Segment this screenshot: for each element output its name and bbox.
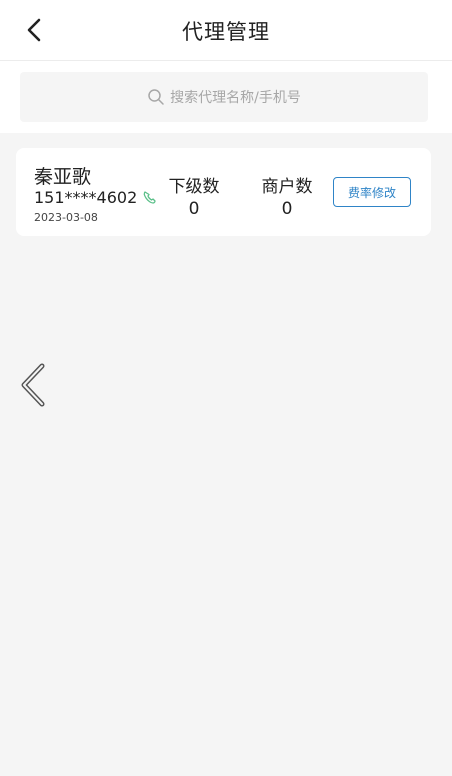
subordinate-count-label: 下级数 [168, 177, 220, 197]
subordinate-count-value: 0 [188, 199, 200, 219]
edit-rate-button[interactable]: 费率修改 [333, 177, 411, 207]
merchant-count-label: 商户数 [261, 177, 313, 197]
merchant-count: 商户数 0 [242, 172, 332, 219]
search-placeholder: 搜索代理名称/手机号 [170, 90, 301, 106]
edge-back-gesture[interactable] [16, 360, 50, 410]
agent-name: 秦亚歌 [34, 166, 92, 188]
page-title: 代理管理 [182, 20, 270, 44]
search-bar: 搜索代理名称/手机号 [0, 61, 452, 133]
search-input[interactable]: 搜索代理名称/手机号 [20, 72, 428, 122]
agent-phone-row: 151****4602 [34, 188, 159, 207]
search-icon [147, 88, 165, 106]
chevron-left-outline-icon [21, 363, 45, 407]
agent-management-screen: 代理管理 搜索代理名称/手机号 秦亚歌 151****4602 2023-03-… [0, 0, 452, 776]
agent-phone: 151****4602 [34, 188, 138, 207]
top-bar: 代理管理 [0, 0, 452, 61]
agent-card[interactable]: 秦亚歌 151****4602 2023-03-08 下级数 0 商户数 0 费… [16, 148, 431, 236]
subordinate-count: 下级数 0 [149, 172, 239, 219]
agent-date: 2023-03-08 [34, 211, 98, 224]
merchant-count-value: 0 [281, 199, 293, 219]
